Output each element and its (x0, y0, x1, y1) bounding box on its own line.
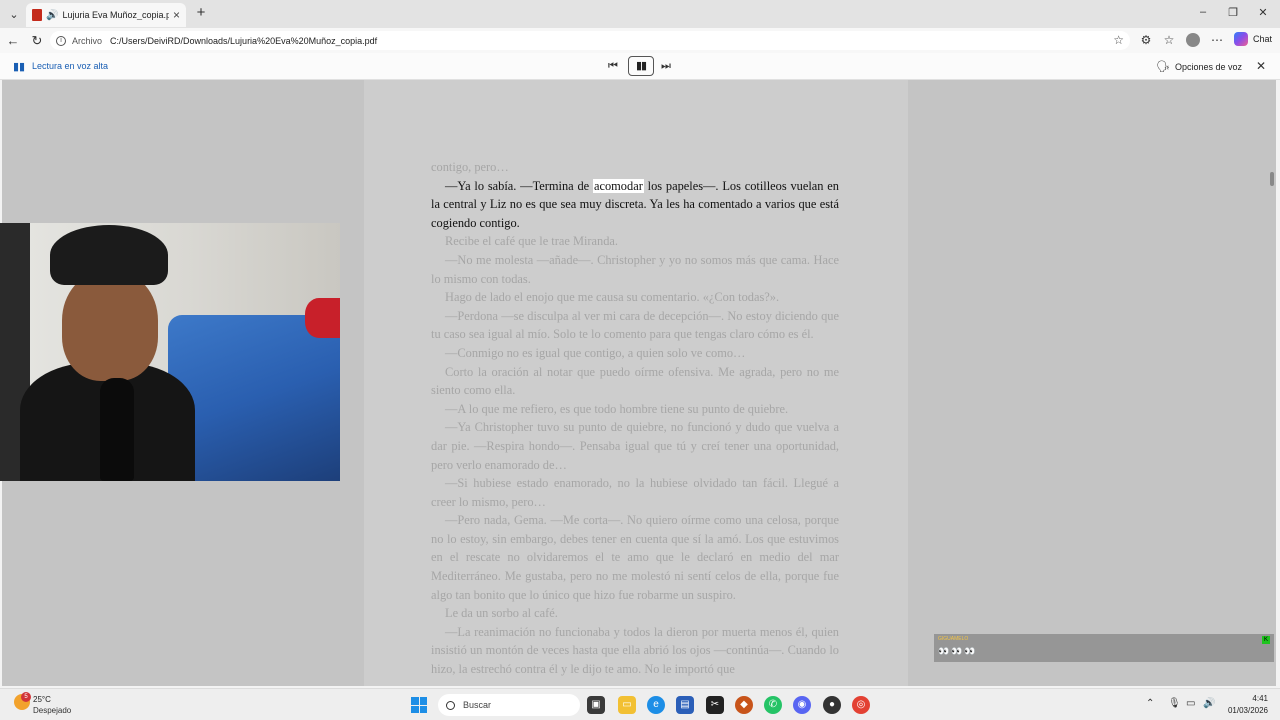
voice-options-icon: 🗣 (1156, 61, 1170, 73)
webcam-person-cap (50, 225, 168, 285)
weather-description[interactable]: Despejado (33, 706, 71, 715)
edge-browser-icon[interactable]: e (647, 696, 665, 714)
pdf-paragraph: Hago de lado el enojo que me causa su co… (445, 290, 780, 305)
task-view-icon[interactable]: ▣ (587, 696, 605, 714)
extensions-icon[interactable]: ⚙ (1138, 33, 1154, 47)
show-hidden-icons-chevron-icon[interactable]: ⌃ (1146, 698, 1154, 709)
copilot-icon (1234, 32, 1248, 46)
read-aloud-current-word: acomodar (592, 178, 644, 193)
stream-chat-widget: GIGUAMELO 👀👀👀 K (934, 634, 1274, 662)
tab-actions-menu-icon[interactable]: ⌄ (4, 4, 24, 24)
webcam-person-face (62, 271, 158, 381)
pdf-paragraph: Corto la oración al notar que puedo oírm… (431, 364, 839, 398)
refresh-button[interactable]: ↻ (28, 32, 46, 50)
tab-title: Lujuria Eva Muñoz_copia.pdf (62, 10, 169, 20)
back-button[interactable]: ← (4, 32, 22, 50)
discord-icon[interactable]: ◉ (793, 696, 811, 714)
clock-date[interactable]: 01/03/2026 (1226, 706, 1268, 715)
restore-button[interactable]: ❐ (1218, 6, 1248, 19)
start-button[interactable] (411, 697, 427, 713)
capcut-icon[interactable]: ✂ (706, 696, 724, 714)
pdf-paragraph: —Ya lo sabía. —Termina de acomodar los p… (431, 177, 839, 233)
network-icon[interactable]: ▭ (1186, 698, 1195, 709)
pdf-page-text: contigo, pero… —Ya lo sabía. —Termina de … (431, 158, 839, 679)
weather-temperature[interactable]: 25°C (33, 695, 51, 704)
minimize-button[interactable]: – (1188, 6, 1218, 18)
audio-playing-icon[interactable]: 🔊 (46, 10, 58, 21)
paragraph-text-before: —Ya lo sabía. —Termina de (445, 178, 593, 193)
site-info-icon[interactable]: i (56, 35, 66, 46)
microphone-icon[interactable]: 🎙 (1168, 698, 1181, 709)
read-aloud-bar: ▮▮ Lectura en voz alta ⏮ ▮▮ ⏭ 🗣 Opciones… (0, 53, 1280, 80)
read-aloud-icon: ▮▮ (13, 61, 26, 73)
close-window-button[interactable]: ✕ (1248, 6, 1278, 19)
chat-label: Chat (1253, 34, 1273, 44)
webcam-overlay (0, 223, 340, 481)
chat-message: 👀👀👀 (938, 646, 978, 656)
windows-taskbar: 5 25°C Despejado Buscar ▣ ▭ e ▤ ✂ ◆ ✆ ◉ … (0, 688, 1280, 720)
pdf-paragraph: Le da un sorbo al café. (445, 606, 558, 621)
pdf-paragraph: —Ya Christopher tuvo su punto de quiebre… (431, 420, 839, 472)
previous-paragraph-icon[interactable]: ⏮ (608, 58, 618, 74)
pdf-paragraph: Recibe el café que le trae Miranda. (445, 234, 619, 249)
new-tab-button[interactable]: + (192, 4, 210, 22)
file-explorer-icon[interactable]: ▭ (618, 696, 636, 714)
favorite-star-icon[interactable]: ☆ (1113, 33, 1124, 47)
clock-time[interactable]: 4:41 (1248, 694, 1268, 703)
next-paragraph-icon[interactable]: ⏭ (661, 58, 671, 74)
more-options-icon[interactable]: ⋯ (1209, 33, 1225, 47)
webcam-microphone (100, 378, 134, 481)
search-icon (446, 700, 455, 710)
taskbar-search[interactable]: Buscar (438, 694, 580, 716)
start-logo-tile (419, 705, 427, 713)
copilot-chat-button[interactable]: Chat (1234, 32, 1272, 46)
pdf-paragraph: contigo, pero… (431, 160, 509, 174)
close-read-aloud-icon[interactable]: ✕ (1256, 59, 1266, 73)
address-toolbar: ← ↻ i Archivo C:/Users/DeiviRD/Downloads… (0, 28, 1280, 53)
store-icon[interactable]: ▤ (676, 696, 694, 714)
start-logo-tile (411, 705, 419, 713)
pdf-paragraph: —Si hubiese estado enamorado, no la hubi… (431, 476, 839, 509)
tab-strip: ⌄ 🔊 Lujuria Eva Muñoz_copia.pdf × + – ❐ … (0, 0, 1280, 28)
pause-button[interactable]: ▮▮ (628, 56, 654, 76)
start-logo-tile (411, 697, 419, 705)
favorites-icon[interactable]: ☆ (1161, 33, 1177, 47)
scrollbar-thumb[interactable] (1270, 172, 1274, 186)
voice-options-button[interactable]: 🗣 Opciones de voz (1156, 60, 1242, 73)
obs-studio-icon[interactable]: ● (823, 696, 841, 714)
chat-username: GIGUAMELO (938, 636, 969, 642)
brave-browser-icon[interactable]: ◆ (735, 696, 753, 714)
voice-options-label: Opciones de voz (1174, 61, 1243, 72)
weather-alert-badge: 5 (21, 692, 31, 702)
start-logo-tile (419, 697, 427, 705)
pdf-paragraph: —Perdona —se disculpa al ver mi cara de … (431, 308, 839, 342)
pdf-paragraph: —Conmigo no es igual que contigo, a quie… (445, 345, 746, 360)
tab-close-icon[interactable]: × (173, 8, 180, 22)
pdf-paragraph: —No me molesta —añade—. Christopher y yo… (431, 252, 839, 286)
address-bar[interactable]: i Archivo C:/Users/DeiviRD/Downloads/Luj… (50, 31, 1130, 50)
pdf-file-icon (32, 9, 42, 21)
whatsapp-icon[interactable]: ✆ (764, 696, 782, 714)
pdf-paragraph: —A lo que me refiero, es que todo hombre… (445, 401, 789, 416)
address-url[interactable]: C:/Users/DeiviRD/Downloads/Lujuria%20Eva… (110, 36, 377, 46)
chat-platform-badge: K (1262, 636, 1270, 644)
pdf-paragraph: —Pero nada, Gema. —Me corta—. No quiero … (431, 513, 839, 602)
search-placeholder: Buscar (463, 700, 492, 710)
volume-icon[interactable]: 🔊 (1203, 698, 1215, 709)
chrome-icon[interactable]: ◎ (852, 696, 870, 714)
profile-avatar[interactable] (1186, 33, 1200, 47)
pdf-paragraph: —La reanimación no funcionaba y todos la… (431, 624, 839, 677)
address-scheme-label: Archivo (72, 35, 103, 46)
tab-active-pdf[interactable]: 🔊 Lujuria Eva Muñoz_copia.pdf × (26, 3, 186, 27)
read-aloud-label: Lectura en voz alta (32, 61, 109, 71)
webcam-person (20, 223, 195, 481)
webcam-red-pillow (305, 298, 340, 338)
